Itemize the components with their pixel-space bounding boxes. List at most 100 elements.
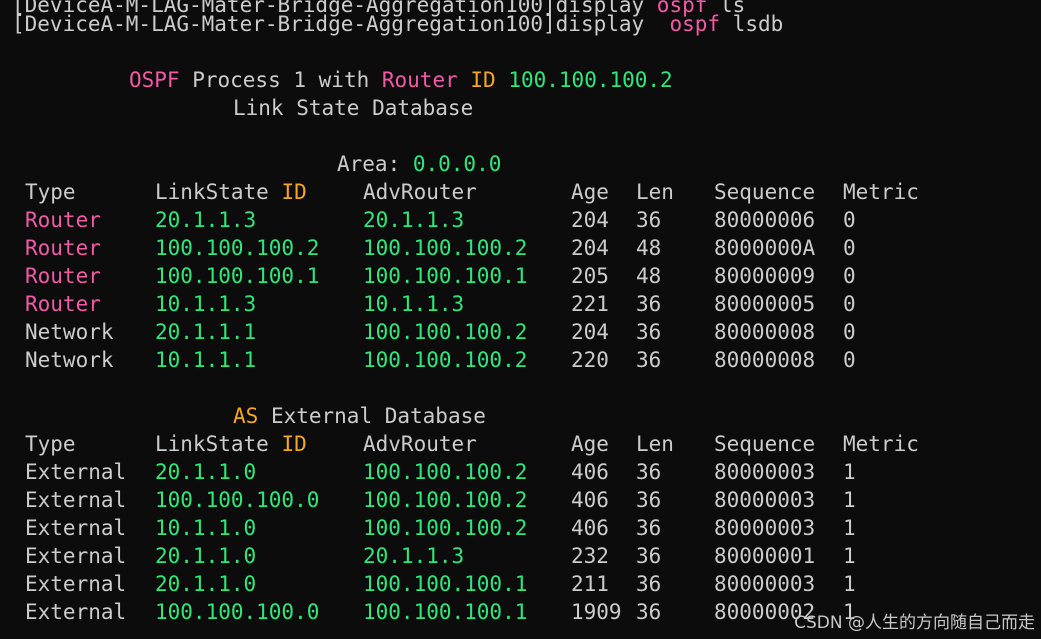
router-id-value: 100.100.100.2 — [508, 68, 673, 92]
lsa-age: 204 — [571, 236, 609, 260]
area-line: Area: 0.0.0.0 — [337, 150, 501, 178]
column-header-sequence: Sequence — [714, 432, 816, 456]
lsa-age: 205 — [571, 264, 609, 288]
external-db-title: External Database — [258, 404, 486, 428]
area-label: Area: — [337, 152, 413, 176]
command-line: [DeviceA-M-LAG-Mater-Bridge-Aggregation1… — [12, 10, 783, 38]
adv-router: 10.1.1.3 — [363, 292, 465, 316]
lsa-metric: 0 — [843, 292, 856, 316]
lsa-age: 204 — [571, 320, 609, 344]
adv-router: 100.100.100.2 — [363, 348, 528, 372]
lsa-sequence: 80000003 — [714, 460, 816, 484]
column-header-linkstate: LinkState — [155, 432, 282, 456]
lsa-metric: 1 — [843, 516, 856, 540]
lsa-metric: 1 — [843, 488, 856, 512]
lsa-type: External — [25, 572, 127, 596]
adv-router: 100.100.100.2 — [363, 488, 528, 512]
column-header-advrouter: AdvRouter — [363, 432, 477, 456]
lsdb-title: Link State Database — [233, 96, 474, 120]
lsa-age: 221 — [571, 292, 609, 316]
linkstate-id: 20.1.1.0 — [155, 544, 257, 568]
lsa-type: Router — [25, 236, 101, 260]
adv-router: 100.100.100.2 — [363, 516, 528, 540]
lsa-sequence: 80000001 — [714, 544, 816, 568]
linkstate-id: 100.100.100.1 — [155, 264, 320, 288]
linkstate-id: 10.1.1.3 — [155, 292, 257, 316]
linkstate-id: 100.100.100.0 — [155, 488, 320, 512]
lsa-len: 48 — [636, 264, 662, 288]
lsa-type: External — [25, 544, 127, 568]
lsa-sequence: 80000008 — [714, 320, 816, 344]
lsa-metric: 1 — [843, 572, 856, 596]
lsa-type: External — [25, 488, 127, 512]
linkstate-id: 20.1.1.3 — [155, 208, 257, 232]
lsa-type: Network — [25, 320, 114, 344]
lsa-age: 220 — [571, 348, 609, 372]
lsa-len: 36 — [636, 600, 662, 624]
column-header-type: Type — [25, 432, 76, 456]
lsa-sequence: 80000009 — [714, 264, 816, 288]
lsa-age: 406 — [571, 488, 609, 512]
lsa-len: 36 — [636, 572, 662, 596]
column-header-advrouter: AdvRouter — [363, 180, 477, 204]
lsa-len: 36 — [636, 544, 662, 568]
adv-router: 20.1.1.3 — [363, 208, 465, 232]
lsa-sequence: 80000005 — [714, 292, 816, 316]
linkstate-id: 20.1.1.0 — [155, 572, 257, 596]
lsa-age: 211 — [571, 572, 609, 596]
lsa-age: 204 — [571, 208, 609, 232]
lsa-len: 36 — [636, 348, 662, 372]
lsa-sequence: 80000006 — [714, 208, 816, 232]
lsa-len: 36 — [636, 460, 662, 484]
lsa-metric: 1 — [843, 460, 856, 484]
external-db-header: AS External Database — [233, 402, 486, 430]
column-header-linkstate-id: LinkState ID — [155, 430, 307, 458]
area-value: 0.0.0.0 — [412, 152, 502, 176]
linkstate-id: 10.1.1.1 — [155, 348, 257, 372]
lsa-type: External — [25, 460, 127, 484]
lsa-metric: 1 — [843, 544, 856, 568]
lsa-type: Network — [25, 348, 114, 372]
column-header-linkstate: LinkState — [155, 180, 282, 204]
prompt-text: [DeviceA-M-LAG-Mater-Bridge-Aggregation1… — [12, 12, 670, 36]
ospf-label: OSPF — [129, 68, 180, 92]
column-header-metric: Metric — [843, 432, 919, 456]
lsa-sequence: 80000008 — [714, 348, 816, 372]
linkstate-id: 100.100.100.0 — [155, 600, 320, 624]
lsa-type: Router — [25, 208, 101, 232]
linkstate-id: 100.100.100.2 — [155, 236, 320, 260]
adv-router: 100.100.100.2 — [363, 236, 528, 260]
lsa-age: 406 — [571, 516, 609, 540]
lsa-len: 36 — [636, 292, 662, 316]
lsa-sequence: 80000003 — [714, 516, 816, 540]
column-header-sequence: Sequence — [714, 180, 816, 204]
lsa-type: Router — [25, 264, 101, 288]
lsa-metric: 0 — [843, 264, 856, 288]
column-header-age: Age — [571, 180, 609, 204]
process-text: Process 1 with — [179, 68, 382, 92]
lsa-sequence: 80000003 — [714, 572, 816, 596]
adv-router: 100.100.100.1 — [363, 600, 528, 624]
linkstate-id: 10.1.1.0 — [155, 516, 257, 540]
lsa-age: 232 — [571, 544, 609, 568]
lsa-age: 1909 — [571, 600, 622, 624]
router-label: Router — [381, 68, 458, 92]
id-label: ID — [470, 68, 496, 92]
lsa-len: 36 — [636, 208, 662, 232]
command-arg: lsdb — [720, 12, 784, 36]
terminal-window[interactable]: [DeviceA-M-LAG-Mater-Bridge-Aggregation1… — [0, 0, 1041, 639]
lsa-len: 36 — [636, 516, 662, 540]
lsa-sequence: 8000000A — [714, 236, 816, 260]
column-header-id: ID — [281, 180, 307, 204]
adv-router: 20.1.1.3 — [363, 544, 465, 568]
lsa-type: Router — [25, 292, 101, 316]
lsa-age: 406 — [571, 460, 609, 484]
linkstate-id: 20.1.1.1 — [155, 320, 257, 344]
column-header-type: Type — [25, 180, 76, 204]
as-label: AS — [233, 404, 259, 428]
adv-router: 100.100.100.1 — [363, 572, 528, 596]
ospf-process-header: OSPF Process 1 with Router ID 100.100.10… — [129, 66, 673, 94]
column-header-age: Age — [571, 432, 609, 456]
column-header-id: ID — [281, 432, 307, 456]
lsa-len: 36 — [636, 488, 662, 512]
